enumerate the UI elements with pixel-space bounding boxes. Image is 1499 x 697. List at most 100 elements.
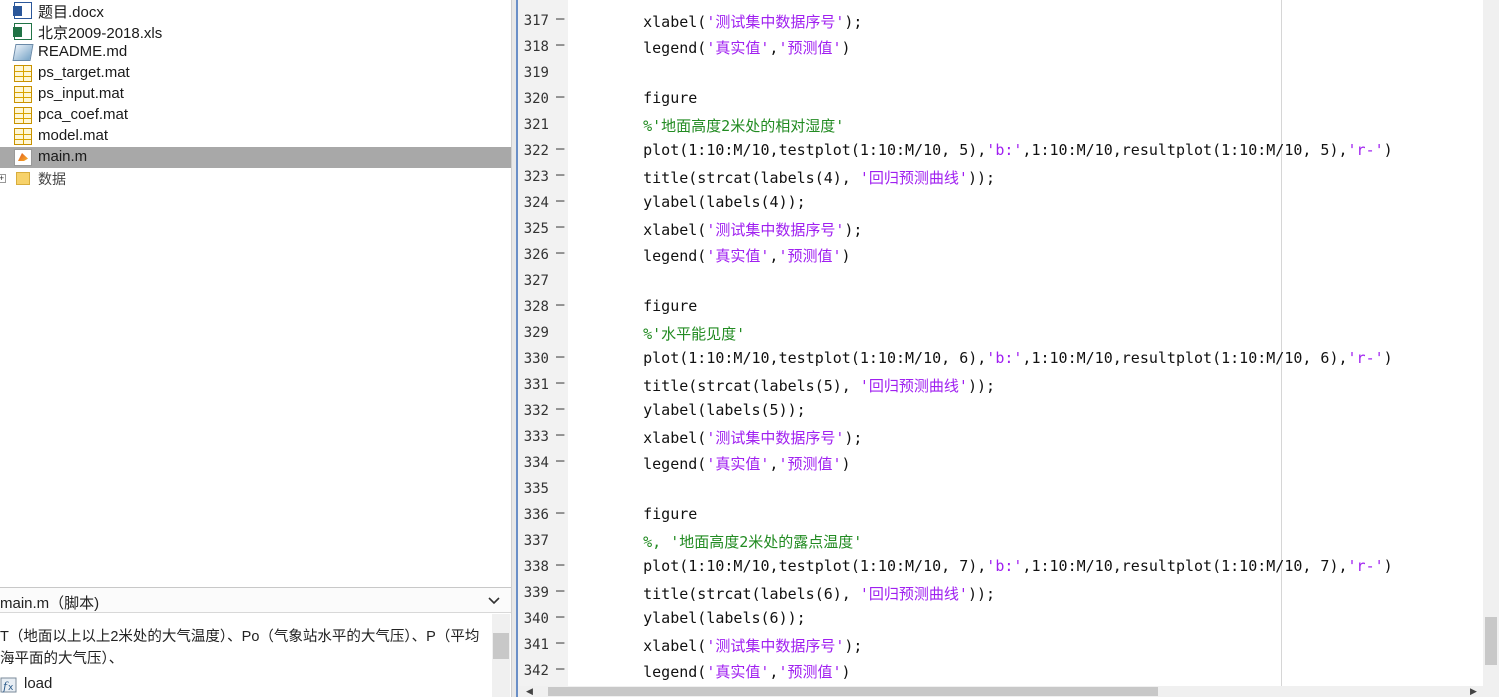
code-text[interactable]: plot(1:10:M/10,testplot(1:10:M/10, 5),'b…	[607, 141, 1393, 159]
code-line[interactable]: 334 — legend('真实值','预测值')	[518, 451, 1478, 477]
breakpoint-marker[interactable]: —	[556, 557, 564, 573]
code-text[interactable]: figure	[607, 505, 697, 523]
code-text[interactable]: xlabel('测试集中数据序号');	[607, 635, 862, 656]
breakpoint-marker[interactable]: —	[556, 401, 564, 417]
breakpoint-marker[interactable]: —	[556, 427, 564, 443]
code-text[interactable]: legend('真实值','预测值')	[607, 453, 850, 474]
breakpoint-marker[interactable]: —	[556, 37, 564, 53]
code-text[interactable]: figure	[607, 297, 697, 315]
chevron-down-icon[interactable]	[486, 592, 502, 608]
file-item[interactable]: ps_target.mat	[0, 63, 511, 84]
code-text[interactable]: ylabel(labels(6));	[607, 609, 806, 627]
code-line[interactable]: 321 %'地面高度2米处的相对湿度'	[518, 113, 1478, 139]
code-text[interactable]: title(strcat(labels(5), '回归预测曲线'));	[607, 375, 995, 396]
markdown-file-icon	[12, 44, 34, 61]
folder-name: 数据	[38, 171, 66, 187]
file-item[interactable]: 北京2009-2018.xls	[0, 21, 511, 42]
breakpoint-marker[interactable]: —	[556, 661, 564, 677]
breakpoint-marker[interactable]: —	[556, 11, 564, 27]
code-line[interactable]: 330 — plot(1:10:M/10,testplot(1:10:M/10, …	[518, 347, 1478, 373]
code-line[interactable]: 327	[518, 269, 1478, 295]
file-item[interactable]: main.m	[0, 147, 511, 168]
breakpoint-marker[interactable]: —	[556, 167, 564, 183]
code-line[interactable]: 331 — title(strcat(labels(5), '回归预测曲线'));	[518, 373, 1478, 399]
breakpoint-marker[interactable]: —	[556, 89, 564, 105]
file-name: ps_target.mat	[38, 64, 130, 81]
line-number: 318	[523, 39, 549, 55]
vertical-scrollbar[interactable]	[1483, 0, 1499, 686]
code-line[interactable]: 325 — xlabel('测试集中数据序号');	[518, 217, 1478, 243]
code-line[interactable]: 326 — legend('真实值','预测值')	[518, 243, 1478, 269]
code-line[interactable]: 317 — xlabel('测试集中数据序号');	[518, 9, 1478, 35]
breakpoint-marker[interactable]: —	[556, 245, 564, 261]
code-line[interactable]: 333 — xlabel('测试集中数据序号');	[518, 425, 1478, 451]
breakpoint-marker[interactable]: —	[556, 505, 564, 521]
breakpoint-marker[interactable]: —	[556, 609, 564, 625]
code-line[interactable]: 338 — plot(1:10:M/10,testplot(1:10:M/10, …	[518, 555, 1478, 581]
code-line[interactable]: 341 — xlabel('测试集中数据序号');	[518, 633, 1478, 659]
breakpoint-marker[interactable]: —	[556, 375, 564, 391]
breakpoint-marker[interactable]: —	[556, 349, 564, 365]
breakpoint-marker[interactable]: —	[556, 635, 564, 651]
code-line[interactable]: 337 %, '地面高度2米处的露点温度'	[518, 529, 1478, 555]
details-panel: T（地面以上以上2米处的大气温度）、Po（气象站水平的大气压）、P（平均海平面的…	[0, 614, 511, 697]
line-number: 324	[523, 195, 549, 211]
code-editor[interactable]: 317 — xlabel('测试集中数据序号'); 318 — legend('真实值…	[518, 0, 1499, 697]
breakpoint-marker[interactable]: —	[556, 453, 564, 469]
line-number: 340	[523, 611, 549, 627]
code-text[interactable]: legend('真实值','预测值')	[607, 661, 850, 682]
breakpoint-marker[interactable]: —	[556, 141, 564, 157]
code-text[interactable]: xlabel('测试集中数据序号');	[607, 427, 862, 448]
expand-icon[interactable]: +	[0, 174, 6, 183]
line-number: 333	[523, 429, 549, 445]
breakpoint-marker[interactable]: —	[556, 583, 564, 599]
code-text[interactable]: figure	[607, 89, 697, 107]
file-item[interactable]: model.mat	[0, 126, 511, 147]
details-header[interactable]: main.m（脚本)	[0, 587, 511, 613]
code-text[interactable]: plot(1:10:M/10,testplot(1:10:M/10, 6),'b…	[607, 349, 1393, 367]
code-line[interactable]: 340 — ylabel(labels(6));	[518, 607, 1478, 633]
code-line[interactable]: 336 — figure	[518, 503, 1478, 529]
code-text[interactable]: plot(1:10:M/10,testplot(1:10:M/10, 7),'b…	[607, 557, 1393, 575]
code-line[interactable]: 318 — legend('真实值','预测值')	[518, 35, 1478, 61]
code-line[interactable]: 322 — plot(1:10:M/10,testplot(1:10:M/10, …	[518, 139, 1478, 165]
file-item[interactable]: ps_input.mat	[0, 84, 511, 105]
vertical-scrollbar-thumb[interactable]	[1485, 617, 1497, 665]
code-text[interactable]: ylabel(labels(5));	[607, 401, 806, 419]
line-number: 342	[523, 663, 549, 679]
code-text[interactable]: title(strcat(labels(4), '回归预测曲线'));	[607, 167, 995, 188]
line-number: 330	[523, 351, 549, 367]
code-line[interactable]: 329 %'水平能见度'	[518, 321, 1478, 347]
file-item[interactable]: README.md	[0, 42, 511, 63]
line-number: 320	[523, 91, 549, 107]
code-line[interactable]: 323 — title(strcat(labels(4), '回归预测曲线'));	[518, 165, 1478, 191]
details-description: T（地面以上以上2米处的大气温度）、Po（气象站水平的大气压）、P（平均海平面的…	[0, 629, 480, 667]
breakpoint-marker[interactable]: —	[556, 193, 564, 209]
breakpoint-marker[interactable]: —	[556, 297, 564, 313]
code-text[interactable]: title(strcat(labels(6), '回归预测曲线'));	[607, 583, 995, 604]
code-text[interactable]: %'地面高度2米处的相对湿度'	[607, 115, 844, 136]
folder-item[interactable]: + 数据	[0, 168, 511, 189]
matlab-script-icon	[14, 149, 32, 166]
code-line[interactable]: 320 — figure	[518, 87, 1478, 113]
file-item[interactable]: 题目.docx	[0, 0, 511, 21]
code-line[interactable]: 332 — ylabel(labels(5));	[518, 399, 1478, 425]
file-item[interactable]: pca_coef.mat	[0, 105, 511, 126]
line-number: 339	[523, 585, 549, 601]
code-text[interactable]: legend('真实值','预测值')	[607, 245, 850, 266]
details-scrollbar-thumb[interactable]	[493, 633, 509, 659]
code-line[interactable]: 319	[518, 61, 1478, 87]
code-text[interactable]: %'水平能见度'	[607, 323, 745, 344]
code-line[interactable]: 335	[518, 477, 1478, 503]
code-text[interactable]: ylabel(labels(4));	[607, 193, 806, 211]
code-text[interactable]: xlabel('测试集中数据序号');	[607, 219, 862, 240]
code-text[interactable]: legend('真实值','预测值')	[607, 37, 850, 58]
code-text[interactable]: xlabel('测试集中数据序号');	[607, 11, 862, 32]
code-line[interactable]: 328 — figure	[518, 295, 1478, 321]
code-text[interactable]: %, '地面高度2米处的露点温度'	[607, 531, 862, 552]
code-line[interactable]: 324 — ylabel(labels(4));	[518, 191, 1478, 217]
code-line[interactable]: 339 — title(strcat(labels(6), '回归预测曲线'));	[518, 581, 1478, 607]
file-name: pca_coef.mat	[38, 106, 129, 123]
code-line[interactable]: 342 — legend('真实值','预测值')	[518, 659, 1478, 685]
breakpoint-marker[interactable]: —	[556, 219, 564, 235]
